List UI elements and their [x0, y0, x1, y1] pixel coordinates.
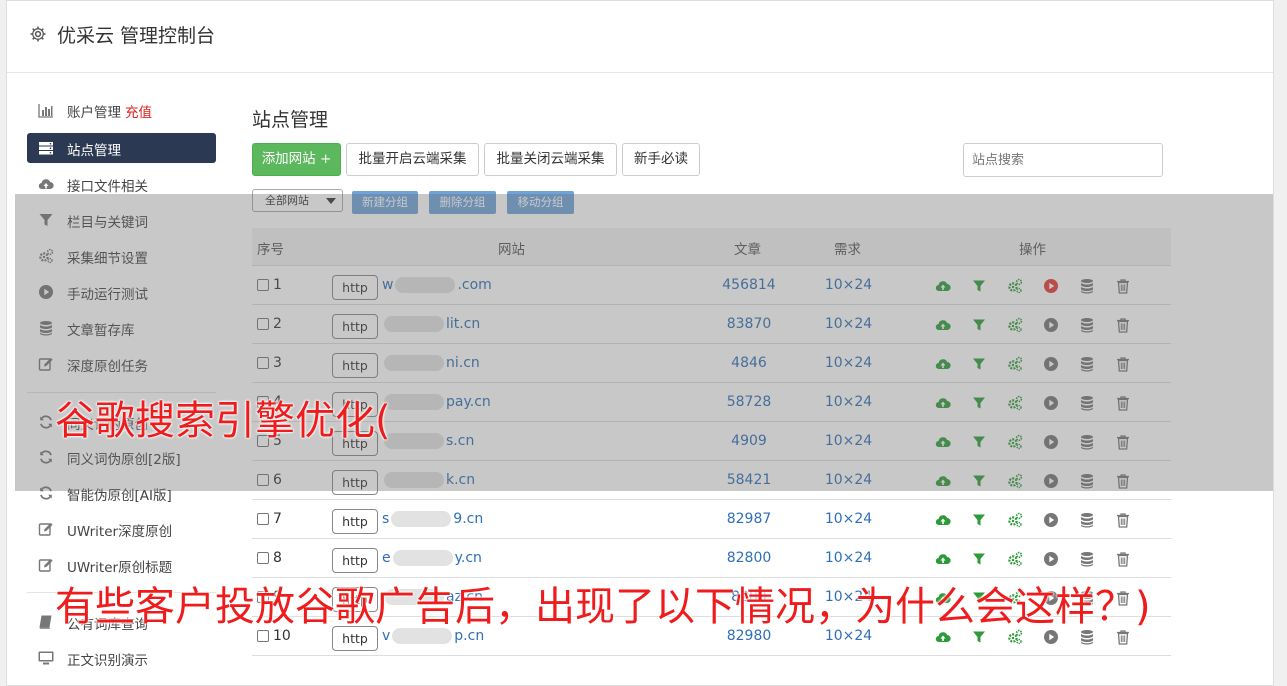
server-icon — [39, 142, 53, 155]
overlay-caption-1: 谷歌搜索引擎优化( — [55, 398, 391, 444]
trash-icon[interactable] — [1115, 512, 1131, 528]
play-circle-icon[interactable] — [1043, 512, 1059, 528]
site-suffix: 9.cn — [453, 511, 484, 527]
gear-icon — [30, 26, 46, 42]
sidebar-item-label: 接口文件相关 — [67, 179, 148, 195]
batch-open-cloud-button[interactable]: 批量开启云端采集 — [346, 143, 479, 176]
sidebar-item-label: 账户管理 — [67, 105, 121, 121]
demand-value[interactable]: 10×24 — [812, 550, 885, 566]
top-header: 优采云 管理控制台 — [7, 1, 1273, 73]
monitor-icon — [38, 651, 54, 665]
app-title: 优采云 管理控制台 — [57, 25, 216, 47]
sidebar-item-text-recognition[interactable]: 正文识别演示 — [27, 643, 216, 673]
gears-icon[interactable] — [1007, 551, 1023, 567]
filter-icon[interactable] — [971, 551, 987, 567]
row-actions — [935, 512, 1135, 528]
cloud-upload-icon — [38, 179, 54, 190]
bar-chart-icon — [38, 104, 53, 118]
overlay-caption-2: 有些客户投放谷歌广告后，出现了以下情况，为什么会这样？) — [55, 584, 1151, 630]
sidebar-item-uwriter-deep[interactable]: UWriter深度原创 — [27, 514, 216, 544]
row-index: 7 — [273, 511, 282, 527]
redaction-mask — [391, 511, 452, 527]
sidebar-item-label: UWriter原创标题 — [67, 560, 173, 576]
site-prefix: s — [382, 511, 390, 527]
sidebar-item-account[interactable]: 账户管理 充值 — [27, 95, 216, 125]
site-link[interactable]: e y.cn — [382, 550, 482, 566]
article-count[interactable]: 82800 — [712, 550, 786, 566]
sidebar-item-sites[interactable]: 站点管理 — [27, 133, 216, 163]
cloud-upload-icon[interactable] — [935, 512, 951, 528]
database-icon[interactable] — [1079, 551, 1095, 567]
edit-icon — [38, 522, 53, 536]
row-checkbox[interactable] — [257, 552, 269, 564]
site-suffix: y.cn — [454, 550, 482, 566]
page-title: 站点管理 — [252, 109, 329, 131]
row-index: 8 — [273, 550, 282, 566]
site-prefix: e — [382, 550, 391, 566]
site-search-input[interactable] — [963, 143, 1163, 177]
play-circle-icon[interactable] — [1043, 551, 1059, 567]
protocol-badge: http — [332, 548, 378, 573]
table-row: 7 http s 9.cn 82987 10×24 — [252, 500, 1171, 539]
book-icon — [39, 615, 52, 629]
database-icon[interactable] — [1079, 512, 1095, 528]
add-site-button[interactable]: 添加网站 + — [252, 143, 341, 176]
site-link[interactable]: s 9.cn — [382, 511, 483, 527]
edit-icon — [38, 558, 53, 572]
beginner-guide-button[interactable]: 新手必读 — [622, 143, 700, 176]
gray-overlay — [15, 194, 1273, 491]
sidebar-item-label: 站点管理 — [67, 143, 121, 159]
sidebar-item-label: UWriter深度原创 — [67, 524, 173, 540]
filter-icon[interactable] — [971, 512, 987, 528]
row-actions — [935, 551, 1135, 567]
redaction-mask — [392, 550, 453, 566]
demand-value[interactable]: 10×24 — [812, 511, 885, 527]
table-row: 8 http e y.cn 82800 10×24 — [252, 539, 1171, 578]
batch-close-cloud-button[interactable]: 批量关闭云端采集 — [484, 143, 617, 176]
sidebar-item-label: 正文识别演示 — [67, 653, 148, 669]
protocol-badge: http — [332, 509, 378, 534]
row-checkbox[interactable] — [257, 513, 269, 525]
trash-icon[interactable] — [1115, 551, 1131, 567]
recharge-link[interactable]: 充值 — [125, 105, 152, 121]
cloud-upload-icon[interactable] — [935, 551, 951, 567]
article-count[interactable]: 82987 — [712, 511, 786, 527]
gears-icon[interactable] — [1007, 512, 1023, 528]
